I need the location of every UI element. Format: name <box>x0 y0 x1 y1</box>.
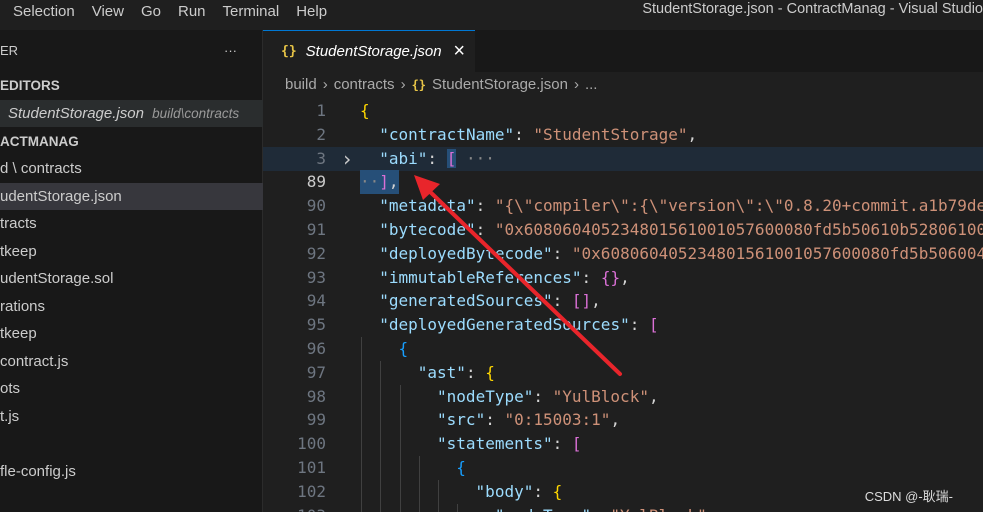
watermark: CSDN @-耿瑞- <box>864 489 953 504</box>
annotation-arrow <box>414 175 622 376</box>
arrow-shaft <box>422 184 622 376</box>
